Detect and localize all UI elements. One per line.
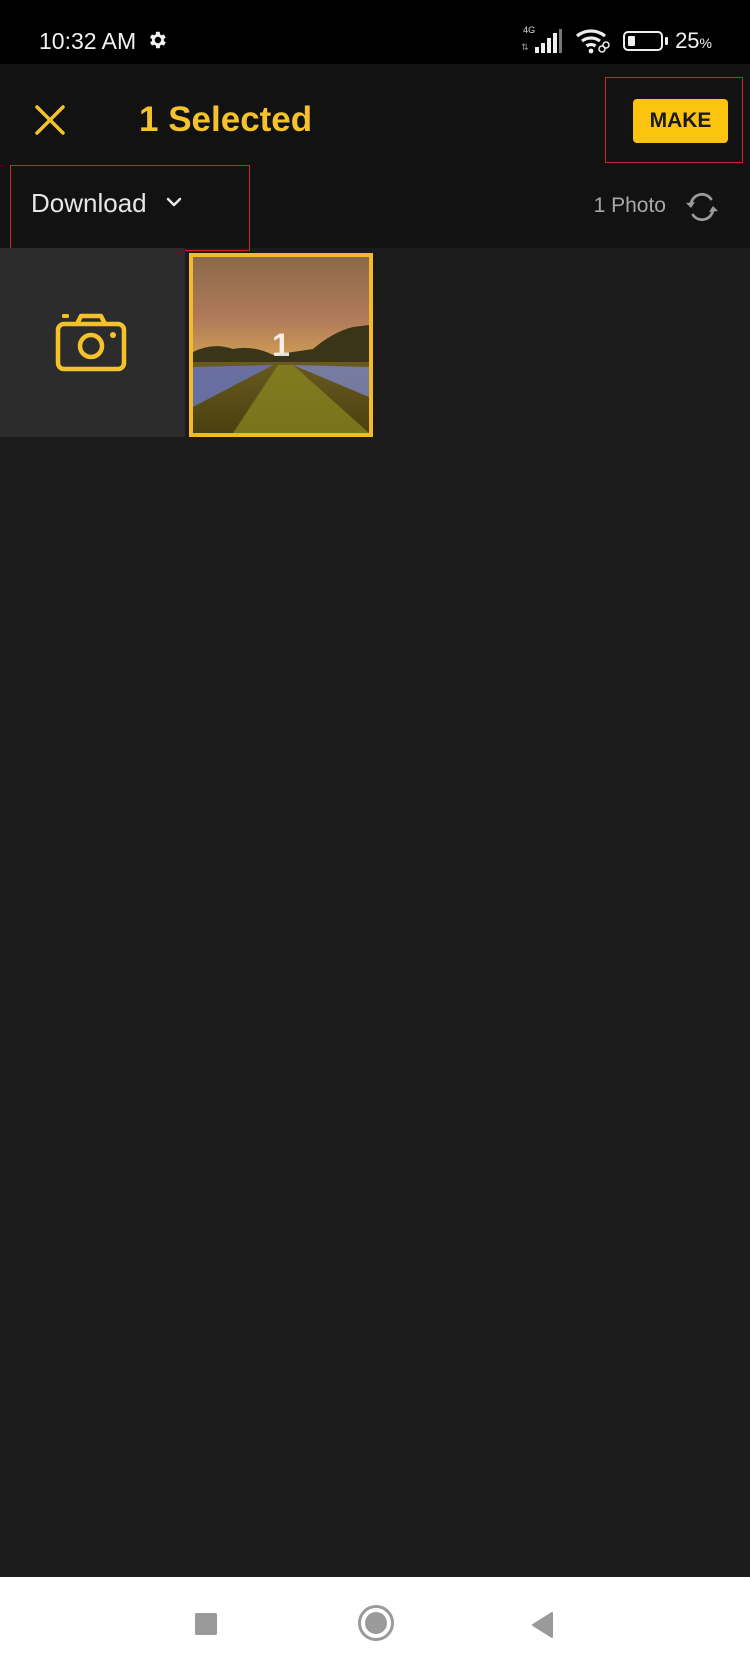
status-bar: 10:32 AM 4G ⇅ 25% [0,0,750,64]
recent-apps-icon[interactable] [195,1613,217,1635]
signal-icon: 4G ⇅ [521,25,563,55]
home-icon[interactable] [358,1605,394,1641]
folder-label: Download [31,188,147,218]
make-button[interactable]: MAKE [633,99,728,143]
status-time: 10:32 AM [39,28,137,54]
selection-number: 1 [272,327,290,363]
photo-count: 1 Photo [593,194,666,217]
back-icon[interactable] [530,1611,554,1639]
folder-selector[interactable]: Download [31,188,183,219]
chevron-down-icon [166,197,181,206]
page-title: 1 Selected [139,100,313,139]
selection-header: 1 Selected MAKE Download 1 Photo [0,64,750,251]
camera-icon [55,313,127,372]
battery-percent: 25% [675,28,712,53]
wifi-icon [576,29,610,54]
folder-selector-highlight: Download [10,165,250,251]
close-icon[interactable] [30,100,70,140]
status-indicators: 4G ⇅ 25% [521,25,712,56]
make-button-highlight: MAKE [605,77,743,163]
photo-thumbnail[interactable]: 1 [189,253,373,437]
system-nav-bar [0,1577,750,1667]
refresh-icon[interactable] [683,188,721,226]
gear-icon [150,31,166,49]
battery-icon [623,30,669,52]
camera-tile[interactable] [0,248,185,437]
